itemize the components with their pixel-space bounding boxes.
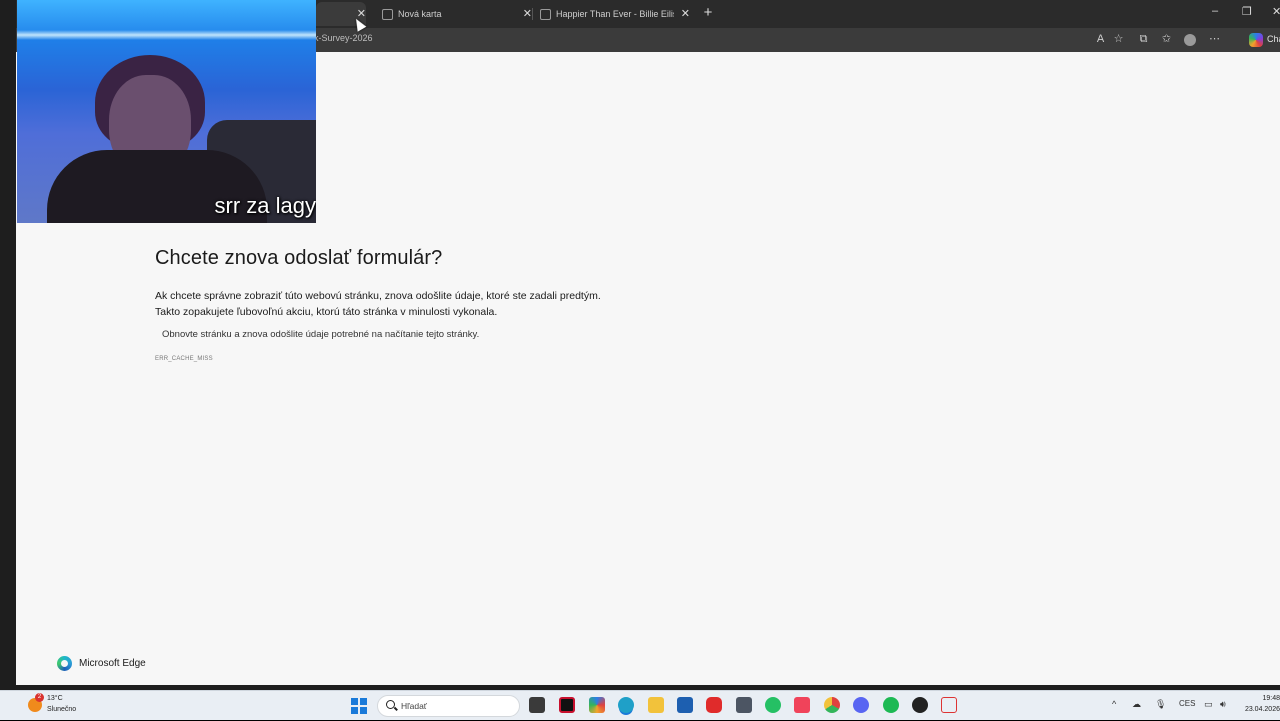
- tab-close-icon[interactable]: ✕: [681, 7, 690, 20]
- edge-brand: Microsoft Edge: [57, 656, 146, 671]
- whatsapp-icon[interactable]: [765, 697, 781, 713]
- read-aloud-icon[interactable]: A: [1094, 33, 1107, 46]
- network-icon[interactable]: ▭: [1204, 699, 1213, 710]
- start-tile: [351, 698, 358, 705]
- microphone-icon[interactable]: 🎙︎: [1155, 699, 1166, 710]
- page-icon: [540, 8, 551, 20]
- volume-icon[interactable]: 🔊︎: [1220, 699, 1226, 710]
- webcam-light: [17, 30, 316, 40]
- clock-date: 23.04.2026: [1244, 706, 1280, 713]
- tab-label: Nová karta: [398, 9, 442, 19]
- edge-app-icon[interactable]: [618, 697, 634, 713]
- error-title: Chcete znova odoslať formulár?: [155, 247, 443, 269]
- minimize-button[interactable]: –: [1212, 5, 1218, 17]
- calculator-icon[interactable]: [736, 697, 752, 713]
- error-body-line: Takto zopakujete ľubovoľnú akciu, ktorú …: [155, 306, 498, 318]
- weather-desc[interactable]: Slunečno: [47, 706, 76, 713]
- tab-separator: [532, 8, 533, 20]
- clock[interactable]: 19:48 23.04.2026: [1236, 691, 1280, 721]
- youtube-icon[interactable]: [706, 697, 722, 713]
- error-body-line: Ak chcete správne zobraziť túto webovú s…: [155, 290, 601, 302]
- netflix-icon[interactable]: [559, 697, 575, 713]
- search-icon: [386, 700, 395, 709]
- copilot-label[interactable]: Chatova: [1267, 34, 1280, 44]
- obs-icon[interactable]: [912, 697, 928, 713]
- copilot-icon[interactable]: [1249, 33, 1263, 47]
- onedrive-icon[interactable]: ☁: [1132, 699, 1141, 710]
- webcam-overlay: srr za lagy: [17, 0, 316, 223]
- search-placeholder: Hľadať: [401, 701, 427, 711]
- favorites-icon[interactable]: ✩: [1160, 33, 1173, 46]
- tab-close-icon[interactable]: ✕: [523, 7, 532, 20]
- start-tile: [351, 707, 358, 714]
- edge-brand-label: Microsoft Edge: [79, 658, 146, 669]
- extensions-icon[interactable]: ⧉: [1137, 33, 1150, 46]
- edge-logo-icon: [57, 656, 72, 671]
- page-icon: [382, 8, 393, 20]
- discord-icon[interactable]: [853, 697, 869, 713]
- profile-icon[interactable]: [1184, 34, 1196, 46]
- close-window-button[interactable]: ✕: [1272, 5, 1280, 18]
- restore-button[interactable]: ❐: [1242, 5, 1252, 18]
- task-view-icon[interactable]: [529, 697, 545, 713]
- snipping-tool-icon[interactable]: [941, 697, 957, 713]
- language-indicator[interactable]: CES: [1179, 699, 1195, 708]
- start-tile: [360, 707, 367, 714]
- taskbar-search[interactable]: Hľadať: [377, 695, 520, 717]
- favorite-star-icon[interactable]: ☆: [1112, 33, 1125, 46]
- new-tab-button[interactable]: +: [700, 4, 716, 22]
- error-hint: Obnovte stránku a znova odošlite údaje p…: [162, 329, 480, 340]
- tab-new-tab[interactable]: Nová karta ✕: [382, 2, 532, 26]
- tray-chevron-icon[interactable]: ^: [1112, 699, 1116, 709]
- weather-badge: 2: [35, 693, 44, 702]
- copilot-app-icon[interactable]: [589, 697, 605, 713]
- file-explorer-icon[interactable]: [648, 697, 664, 713]
- store-icon[interactable]: [677, 697, 693, 713]
- webcam-caption: srr za lagy: [214, 193, 316, 218]
- spotify-icon[interactable]: [883, 697, 899, 713]
- error-body: Ak chcete správne zobraziť túto webovú s…: [155, 288, 675, 320]
- more-menu-icon[interactable]: ⋯: [1208, 33, 1221, 46]
- weather-temp[interactable]: 13°C: [47, 695, 63, 702]
- tab-song[interactable]: Happier Than Ever - Billie Eilish og ✕: [540, 2, 690, 26]
- taskbar: 2 13°C Slunečno Hľadať ^ ☁ 🎙︎ CES ▭ 🔊︎ 1…: [0, 690, 1280, 720]
- tab-label: Happier Than Ever - Billie Eilish og: [556, 9, 674, 19]
- clock-time: 19:48: [1262, 695, 1280, 702]
- screen: ✕ Nová karta ✕ Happier Than Ever - Billi…: [0, 0, 1280, 720]
- apple-music-icon[interactable]: [794, 697, 810, 713]
- start-tile: [360, 698, 367, 705]
- error-code: ERR_CACHE_MISS: [155, 356, 213, 362]
- chrome-icon[interactable]: [824, 697, 840, 713]
- start-button[interactable]: [351, 698, 367, 714]
- url-field[interactable]: k-Survey-2026: [314, 33, 373, 43]
